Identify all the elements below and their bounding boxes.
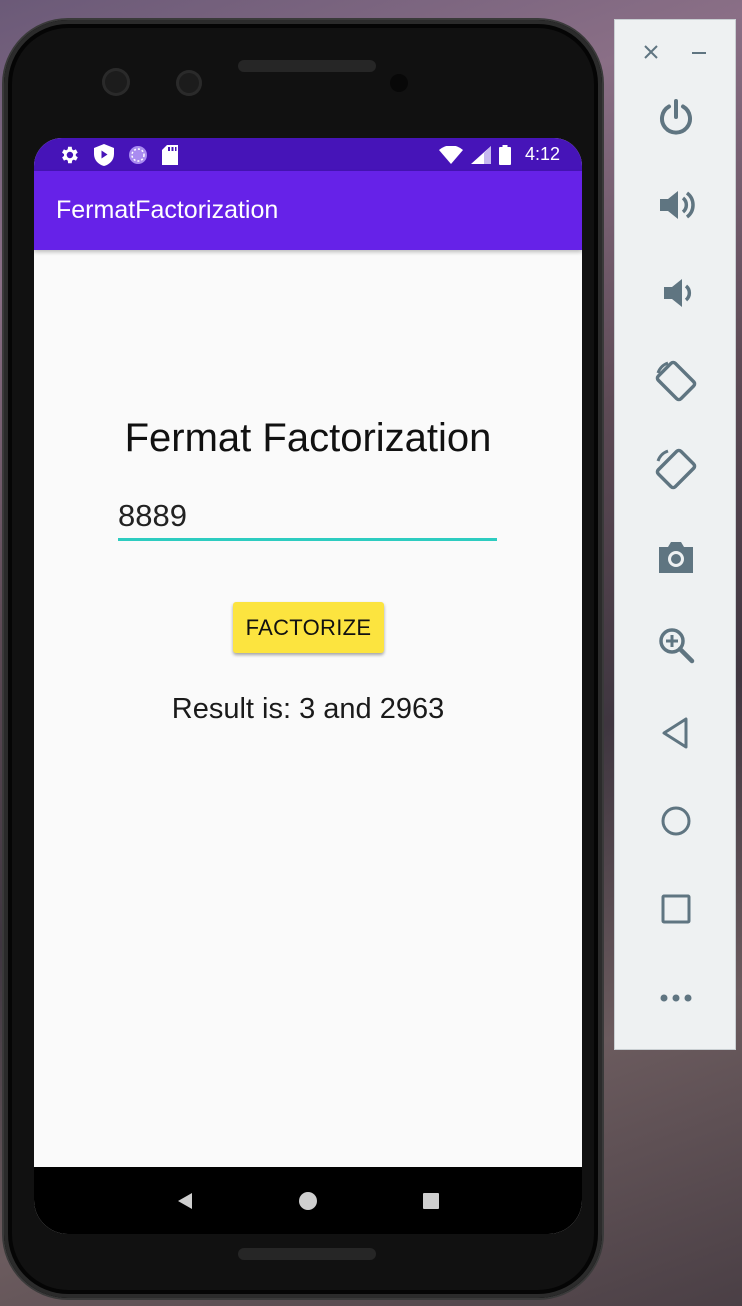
result-text: Result is: 3 and 2963 xyxy=(171,693,445,725)
navigation-bar xyxy=(34,1167,582,1234)
back-button[interactable] xyxy=(165,1181,205,1221)
minimize-icon[interactable] xyxy=(684,42,714,62)
rotate-left-icon[interactable] xyxy=(654,359,698,403)
proximity-sensor xyxy=(390,74,408,92)
sd-card-icon xyxy=(162,144,178,165)
rotate-right-icon[interactable] xyxy=(654,447,698,491)
front-sensor xyxy=(176,70,202,96)
overview-square-icon xyxy=(422,1192,439,1209)
wifi-icon xyxy=(438,145,463,164)
zoom-icon[interactable] xyxy=(654,623,698,667)
page-title: Fermat Factorization xyxy=(124,416,492,460)
top-speaker xyxy=(238,60,376,72)
factorize-button[interactable]: FACTORIZE xyxy=(233,602,384,653)
volume-up-icon[interactable] xyxy=(654,183,698,227)
front-camera xyxy=(102,68,130,96)
volume-down-icon[interactable] xyxy=(654,271,698,315)
battery-icon xyxy=(498,144,511,165)
home-circle-icon xyxy=(298,1191,317,1210)
home-icon[interactable] xyxy=(654,799,698,843)
camera-icon[interactable] xyxy=(654,535,698,579)
bottom-speaker xyxy=(238,1248,376,1260)
overview-button[interactable] xyxy=(411,1181,451,1221)
overview-icon[interactable] xyxy=(654,887,698,931)
shield-play-icon xyxy=(94,143,114,166)
home-button[interactable] xyxy=(288,1181,328,1221)
sync-icon xyxy=(128,145,148,165)
close-icon[interactable] xyxy=(636,42,666,62)
signal-icon xyxy=(470,145,491,164)
phone-frame: 4:12 FermatFactorization Fermat Factoriz… xyxy=(4,20,602,1298)
power-icon[interactable] xyxy=(654,95,698,139)
app-bar: FermatFactorization xyxy=(34,171,582,250)
more-icon[interactable] xyxy=(654,975,698,1019)
device-screen: 4:12 FermatFactorization Fermat Factoriz… xyxy=(34,138,582,1234)
back-triangle-icon xyxy=(178,1192,193,1209)
app-title: FermatFactorization xyxy=(56,196,279,224)
emulator-side-panel xyxy=(614,19,736,1050)
clock: 4:12 xyxy=(524,144,560,164)
back-icon[interactable] xyxy=(654,711,698,755)
status-bar: 4:12 xyxy=(34,138,582,171)
number-input[interactable] xyxy=(118,493,497,541)
settings-icon xyxy=(58,144,80,166)
